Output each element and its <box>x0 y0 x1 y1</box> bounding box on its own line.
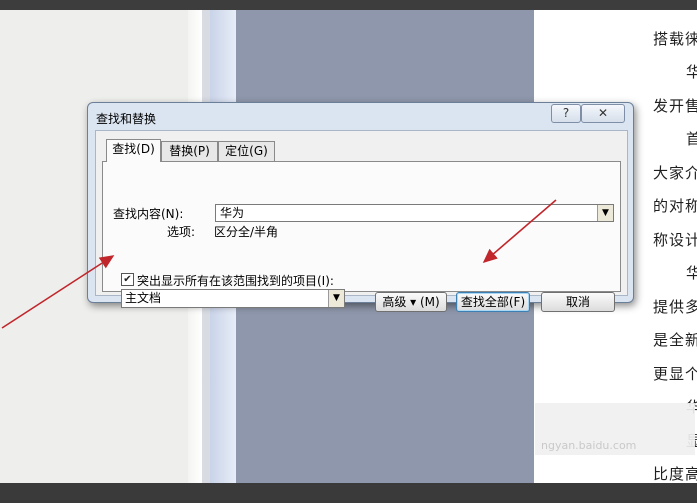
annotation-arrows <box>1 199 557 329</box>
annotation-arrow-to-find-all <box>482 199 557 264</box>
annotation-arrow-to-checkbox <box>1 255 115 329</box>
tab-find[interactable]: 查找(D) <box>106 139 161 162</box>
